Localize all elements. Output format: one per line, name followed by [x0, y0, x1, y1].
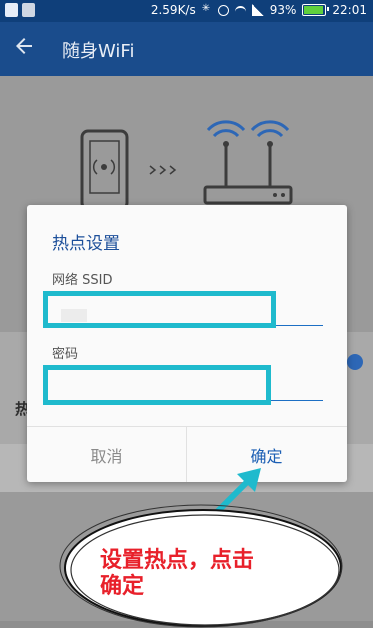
clock-time: 22:01 [332, 3, 367, 17]
battery-icon [302, 4, 330, 16]
signal-icon [251, 4, 264, 16]
back-arrow-icon[interactable] [12, 34, 36, 58]
annotation-text: 设置热点，点击 确定 [100, 548, 310, 600]
password-label: 密码 [52, 347, 79, 362]
battery-fill [304, 6, 323, 14]
ssid-label: 网络 SSID [52, 273, 113, 288]
hotspot-toggle[interactable] [347, 354, 363, 370]
alarm-icon [217, 4, 229, 16]
page-title: 随身WiFi [62, 41, 135, 62]
ssid-highlight-box [43, 291, 276, 328]
dialog-title: 热点设置 [52, 234, 120, 254]
status-right: 2.59K/s 93% 22:01 [151, 3, 367, 17]
cancel-button[interactable]: 取消 [27, 427, 186, 482]
wifi-icon [234, 6, 246, 14]
app-bar: 随身WiFi [0, 22, 373, 76]
network-speed: 2.59K/s [150, 3, 196, 17]
status-left-icons [5, 3, 35, 17]
battery-percent: 93% [269, 3, 297, 17]
annotation-line-1: 设置热点，点击 [100, 548, 255, 573]
password-highlight-box [43, 365, 271, 405]
bluetooth-icon [202, 3, 212, 16]
notification-app-icon [5, 3, 18, 17]
notification-app-icon-2 [22, 3, 35, 17]
hotspot-settings-dialog: 热点设置 网络 SSID 密码 取消 确定 [27, 205, 347, 482]
status-bar: 2.59K/s 93% 22:01 [0, 0, 373, 22]
annotation-line-2: 确定 [100, 574, 145, 599]
